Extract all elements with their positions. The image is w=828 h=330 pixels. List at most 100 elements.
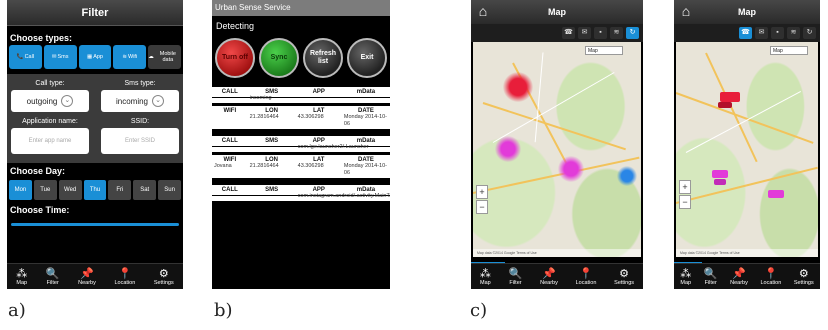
- sync-button[interactable]: Sync: [259, 38, 299, 78]
- nav-map[interactable]: ⁂ Map: [16, 268, 27, 286]
- table-cell: Monday 2014-10-06: [343, 114, 388, 127]
- table-header-row: WIFI LON LAT DATE: [212, 152, 390, 163]
- map-pin-dots-icon: ⁂: [479, 267, 491, 280]
- table-row: Jovana 21.2816464 43.306298 Monday 2014-10-…: [212, 162, 390, 178]
- nav-label: Location: [760, 279, 782, 286]
- day-toggle-sun[interactable]: Sun: [158, 180, 182, 200]
- exit-button[interactable]: Exit: [347, 38, 387, 78]
- refresh-icon[interactable]: ↻: [626, 27, 639, 39]
- nav-settings[interactable]: ⚙ Settings: [154, 268, 174, 286]
- nav-label: Nearby: [78, 279, 96, 286]
- day-toggle-mon[interactable]: Mon: [9, 180, 32, 200]
- zoom-out-button[interactable]: −: [679, 195, 691, 209]
- search-icon: 🔍: [45, 267, 60, 280]
- phone-icon[interactable]: ☎: [562, 27, 575, 39]
- choose-day-label: Choose Day:: [10, 166, 66, 176]
- map-titlebar: ⌂ Map: [674, 0, 820, 24]
- map-screen-2: ⌂ Map ☎ ✉ ▪ ≋ ↻ Map + − Map data ©2014 Googl…: [674, 0, 820, 289]
- nav-location[interactable]: 📍 Location: [114, 268, 135, 286]
- call-type-label: Call type:: [35, 80, 65, 87]
- map-pin-magenta[interactable]: [712, 170, 728, 178]
- nav-location[interactable]: 📍 Location: [576, 268, 597, 286]
- map-pin-dots-icon: ⁂: [680, 267, 692, 280]
- table-cell: 43.306298: [297, 114, 324, 120]
- zoom-in-button[interactable]: +: [476, 185, 488, 199]
- type-toggle-3[interactable]: ≋ Wifi: [113, 45, 147, 69]
- map-pin-dots-icon: ⁂: [16, 267, 28, 280]
- phone-icon[interactable]: ☎: [739, 27, 752, 39]
- time-slider[interactable]: [7, 217, 183, 229]
- call-type-select[interactable]: outgoing ⌄: [11, 90, 89, 112]
- app-name-input[interactable]: Enter app name: [11, 128, 89, 154]
- table-header-row: CALL SMS APP mData: [212, 182, 390, 196]
- map-pin-red[interactable]: [718, 102, 732, 108]
- table-cell: [248, 144, 296, 151]
- day-toggle-fri[interactable]: Fri: [108, 180, 132, 200]
- location-marker-icon: 📍: [579, 267, 593, 280]
- nav-filter[interactable]: 🔍 Filter: [46, 268, 60, 286]
- nav-nearby[interactable]: 📌 Nearby: [78, 268, 96, 286]
- nav-location[interactable]: 📍 Location: [760, 268, 781, 286]
- map-view[interactable]: Map + − Map data ©2014 Google Terms of U…: [676, 42, 818, 257]
- map-pin-magenta[interactable]: [714, 179, 726, 185]
- heat-cluster-red[interactable]: [503, 72, 533, 102]
- sms-icon[interactable]: ✉: [755, 27, 768, 39]
- service-button-row: Turn off Sync Refresh list Exit: [212, 31, 390, 78]
- type-label: Mobile data: [159, 51, 176, 63]
- nav-label: Nearby: [730, 279, 748, 286]
- zoom-in-button[interactable]: +: [679, 180, 691, 194]
- refresh-list-button[interactable]: Refresh list: [303, 38, 343, 78]
- refresh-icon[interactable]: ↻: [803, 27, 816, 39]
- gear-icon: ⚙: [619, 267, 630, 280]
- turn-off-button[interactable]: Turn off: [215, 38, 255, 78]
- table-cell: Monday 2014-10-06: [343, 163, 388, 176]
- zoom-out-button[interactable]: −: [476, 200, 488, 214]
- heat-cluster-magenta[interactable]: [558, 156, 584, 182]
- day-toggle-wed[interactable]: Wed: [58, 180, 82, 200]
- heat-cluster-blue[interactable]: [617, 166, 637, 186]
- type-label: Call: [24, 54, 35, 60]
- map-type-select[interactable]: Map: [770, 46, 808, 55]
- sms-icon[interactable]: ✉: [578, 27, 591, 39]
- nav-label: Filter: [509, 279, 522, 286]
- nav-settings[interactable]: ⚙ Settings: [614, 268, 634, 286]
- type-toggle-4[interactable]: ☁ Mobile data: [148, 45, 181, 69]
- type-toggle-1[interactable]: ✉ Sms: [43, 45, 77, 69]
- home-icon[interactable]: ⌂: [475, 3, 491, 19]
- map-attribution: Map data ©2014 Google Terms of Use: [676, 249, 818, 257]
- map-type-select[interactable]: Map: [585, 46, 623, 55]
- map-pin-magenta[interactable]: [768, 190, 784, 198]
- caption-c: c): [470, 300, 488, 321]
- nav-map[interactable]: ⁂ Map: [480, 268, 491, 286]
- day-toggle-thu[interactable]: Thu: [83, 180, 107, 200]
- day-toggle-sat[interactable]: Sat: [133, 180, 157, 200]
- map-view[interactable]: Map + − Map data ©2014 Google Terms of U…: [473, 42, 641, 257]
- table-cell: incoming: [249, 95, 272, 101]
- caption-a: a): [8, 300, 26, 321]
- wifi-icon[interactable]: ≋: [610, 27, 623, 39]
- wifi-icon[interactable]: ≋: [787, 27, 800, 39]
- home-icon[interactable]: ⌂: [678, 3, 694, 19]
- choose-time-label: Choose Time:: [10, 205, 70, 215]
- app-icon[interactable]: ▪: [771, 27, 784, 39]
- nav-map[interactable]: ⁂ Map: [680, 268, 691, 286]
- map-road: [534, 52, 544, 143]
- table-cell: [248, 193, 296, 200]
- nav-settings[interactable]: ⚙ Settings: [794, 268, 814, 286]
- app-icon[interactable]: ▪: [594, 27, 607, 39]
- nav-filter[interactable]: 🔍 Filter: [509, 268, 523, 286]
- type-toggle-2[interactable]: ▦ App: [78, 45, 112, 69]
- type-label: Sms: [57, 54, 69, 60]
- nav-nearby[interactable]: 📌 Nearby: [730, 268, 748, 286]
- heat-cluster-magenta[interactable]: [495, 136, 521, 162]
- nav-filter[interactable]: 🔍 Filter: [704, 268, 718, 286]
- ssid-input[interactable]: Enter SSID: [101, 128, 179, 154]
- nav-nearby[interactable]: 📌 Nearby: [540, 268, 558, 286]
- day-toggle-tue[interactable]: Tue: [33, 180, 57, 200]
- map-road: [685, 91, 802, 153]
- service-title: Urban Sense Service: [212, 0, 390, 16]
- type-toggle-0[interactable]: 📞 Call: [9, 45, 42, 69]
- map-pin-red[interactable]: [720, 92, 740, 102]
- sms-type-select[interactable]: incoming ⌄: [101, 90, 179, 112]
- type-icon: 📞: [16, 54, 24, 60]
